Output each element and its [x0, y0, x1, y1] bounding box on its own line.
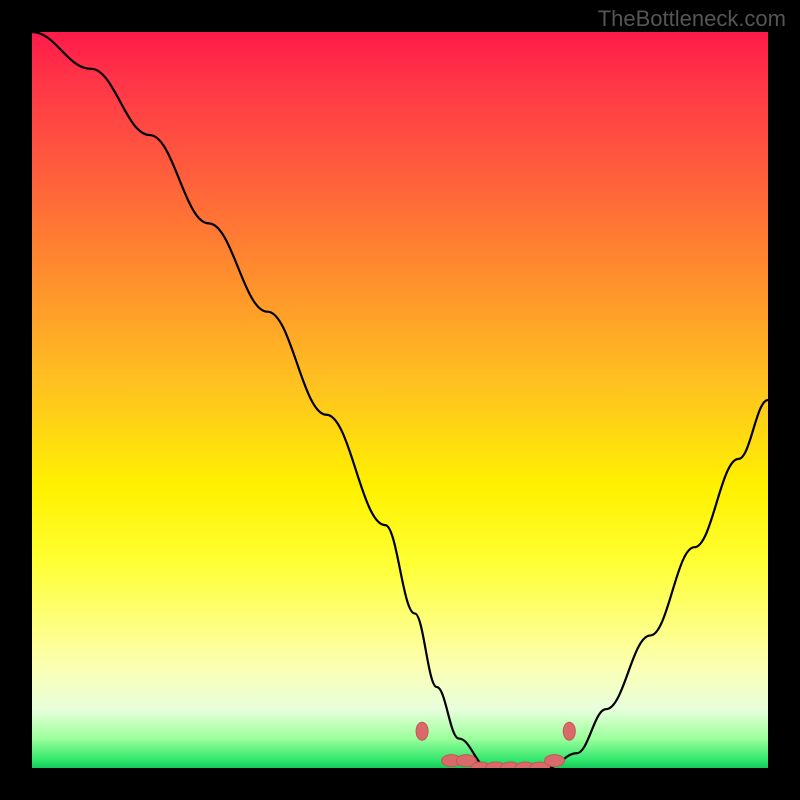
- plot-area: [32, 32, 768, 768]
- bottleneck-curve: [32, 32, 768, 768]
- bottom-markers: [416, 722, 575, 768]
- chart-svg: [32, 32, 768, 768]
- marker-dot: [563, 722, 575, 740]
- attribution-text: TheBottleneck.com: [598, 6, 786, 32]
- marker-dot: [545, 755, 565, 767]
- marker-dot: [416, 722, 428, 740]
